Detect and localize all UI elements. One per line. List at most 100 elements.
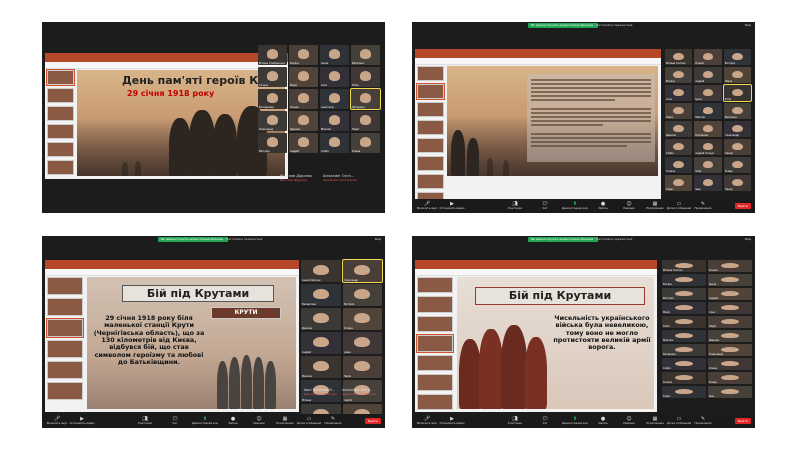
- slide-thumbnail[interactable]: [417, 102, 444, 117]
- participant-tile[interactable]: Андрій: [694, 67, 722, 83]
- slide-thumbnail[interactable]: [46, 69, 75, 86]
- participant-tile[interactable]: Роман: [723, 157, 751, 173]
- video-button[interactable]: ▶ Остановить видео: [439, 416, 465, 425]
- sharing-banner[interactable]: Ви демонструєте екран Олена Франків: [528, 237, 598, 242]
- chat-button[interactable]: 💬︎ Чат: [162, 416, 188, 425]
- slide-thumbnail[interactable]: [47, 88, 74, 103]
- leave-button[interactable]: Выйти: [734, 418, 751, 424]
- participant-tile[interactable]: Назар: [723, 175, 751, 191]
- notes-button[interactable]: ✎ Примечания: [690, 201, 716, 210]
- participant-tile[interactable]: Олег: [694, 157, 722, 173]
- participant-tile[interactable]: Ірина: [342, 332, 382, 354]
- participant-tile[interactable]: Олександр: [708, 344, 752, 356]
- slide-thumbnail[interactable]: [417, 277, 453, 294]
- participant-tile[interactable]: Катерина: [694, 121, 722, 137]
- record-button[interactable]: ● Запись: [590, 416, 616, 425]
- participant-tile[interactable]: Андрій: [301, 332, 341, 354]
- participants-button[interactable]: 👥︎ Участники: [132, 416, 158, 425]
- participant-tile[interactable]: Максим: [320, 111, 349, 131]
- participant-tile[interactable]: Юлія: [351, 67, 380, 87]
- slide-thumbnail[interactable]: [416, 334, 454, 353]
- participant-tile[interactable]: Надія: [665, 103, 693, 119]
- participant-tile[interactable]: Вікторія: [258, 133, 287, 153]
- apps-button[interactable]: ▦ Приложения: [642, 416, 668, 425]
- participant-tile[interactable]: Олександр: [723, 121, 751, 137]
- participant-tile[interactable]: Богдан: [662, 274, 706, 286]
- slide-thumbnail[interactable]: [417, 66, 444, 81]
- slide-thumbnail[interactable]: [47, 160, 74, 175]
- share-options[interactable]: Настройки презентації: [226, 237, 262, 242]
- chat-button[interactable]: 💬︎ Чат: [532, 416, 558, 425]
- slide-thumbnail[interactable]: [417, 138, 444, 153]
- sharing-banner[interactable]: Ви демонструєте екран Олена Франків: [158, 237, 228, 242]
- participant-tile[interactable]: Роман: [708, 372, 752, 384]
- participant-tile[interactable]: Тарас: [665, 175, 693, 191]
- participant-tile[interactable]: Анна Климчук: [301, 260, 341, 282]
- participant-tile[interactable]: Ксенія: [708, 260, 752, 272]
- view-button[interactable]: Вид: [745, 23, 751, 28]
- share-button[interactable]: ⬆Демонстрация экрана: [562, 201, 588, 210]
- slide-thumbnail[interactable]: [47, 124, 74, 139]
- share-options[interactable]: Настройки презентації: [596, 237, 632, 242]
- participant-tile[interactable]: Соня: [320, 67, 349, 87]
- view-button[interactable]: Вид: [745, 237, 751, 242]
- participant-tile[interactable]: Катерина: [662, 344, 706, 356]
- slide-thumbnail[interactable]: [417, 120, 444, 135]
- participant-tile[interactable]: Софія: [320, 133, 349, 153]
- participant-tile[interactable]: Софія: [665, 139, 693, 155]
- participant-tile[interactable]: Дарина: [665, 121, 693, 137]
- mic-button[interactable]: 🎤︎ Включить звук: [414, 416, 440, 425]
- participant-tile[interactable]: Марія: [662, 302, 706, 314]
- participant-tile[interactable]: Вікторія: [723, 49, 751, 65]
- participant-tile[interactable]: Марія: [342, 356, 382, 378]
- participant-tile[interactable]: Ірина: [708, 274, 752, 286]
- notes-button[interactable]: ✎ Примечания: [320, 416, 346, 425]
- participant-tile[interactable]: Володимир: [258, 89, 287, 109]
- participant-tile[interactable]: Олена: [351, 133, 380, 153]
- share-options[interactable]: Настройки презентації: [596, 23, 632, 28]
- reactions-button[interactable]: ☺ Реакции: [616, 416, 642, 425]
- participant-tile[interactable]: Ксенія: [289, 89, 318, 109]
- slide-thumbnail[interactable]: [47, 277, 83, 295]
- leave-button[interactable]: Выйти: [364, 418, 381, 424]
- slide-thumbnail[interactable]: [417, 174, 444, 189]
- participant-tile[interactable]: Максим: [694, 103, 722, 119]
- participant-tile[interactable]: Богдан: [342, 308, 382, 330]
- participant-tile[interactable]: Вікторія: [662, 288, 706, 300]
- participants-button[interactable]: 👥︎ Участники: [502, 201, 528, 210]
- participant-tile[interactable]: Олена: [723, 139, 751, 155]
- slide-thumbnail[interactable]: [417, 393, 453, 410]
- slide-thumbnail[interactable]: [46, 318, 84, 338]
- participant-tile[interactable]: Андрій: [289, 133, 318, 153]
- participant-tile[interactable]: Гелена: [662, 372, 706, 384]
- reactions-button[interactable]: ☺ Реакции: [246, 416, 272, 425]
- participant-tile[interactable]: Василько: [351, 45, 380, 65]
- participant-tile[interactable]: Максим: [662, 330, 706, 342]
- participant-tile[interactable]: Соня: [665, 85, 693, 101]
- slide-thumbnail[interactable]: [47, 361, 83, 379]
- view-button[interactable]: Вид: [375, 237, 381, 242]
- whiteboard-button[interactable]: ▭ Доска сообщений: [666, 416, 692, 425]
- participant-tile[interactable]: Юлія: [662, 316, 706, 328]
- participant-tile[interactable]: Ірина: [320, 45, 349, 65]
- slide-thumbnail[interactable]: [417, 315, 453, 333]
- participant-tile[interactable]: Олена: [708, 358, 752, 370]
- participant-tile[interactable]: Марія: [289, 67, 318, 87]
- slide-thumbnail[interactable]: [47, 142, 74, 157]
- participant-tile[interactable]: Дарина: [301, 308, 341, 330]
- participant-tile[interactable]: Валентина: [301, 284, 341, 306]
- participant-tile[interactable]: Андрій: [708, 288, 752, 300]
- participant-tile[interactable]: Мілана Гнатюк: [662, 260, 706, 272]
- slide-thumbnail[interactable]: [417, 354, 453, 372]
- participant-tile[interactable]: Софія: [662, 358, 706, 370]
- participants-button[interactable]: 👥︎ Участники: [502, 416, 528, 425]
- participant-tile[interactable]: Мілана Стефанська: [258, 45, 287, 65]
- slide-thumbnail[interactable]: [47, 106, 74, 121]
- participant-tile[interactable]: Гелена: [665, 157, 693, 173]
- chat-button[interactable]: 💬︎ Чат: [532, 201, 558, 210]
- apps-button[interactable]: ▦ Приложения: [272, 416, 298, 425]
- participant-tile[interactable]: Ксенія: [694, 49, 722, 65]
- participant-tile[interactable]: Вікторія: [342, 284, 382, 306]
- participant-tile[interactable]: Богдан: [289, 45, 318, 65]
- share-button[interactable]: ⬆Демонстрация экрана: [562, 416, 588, 425]
